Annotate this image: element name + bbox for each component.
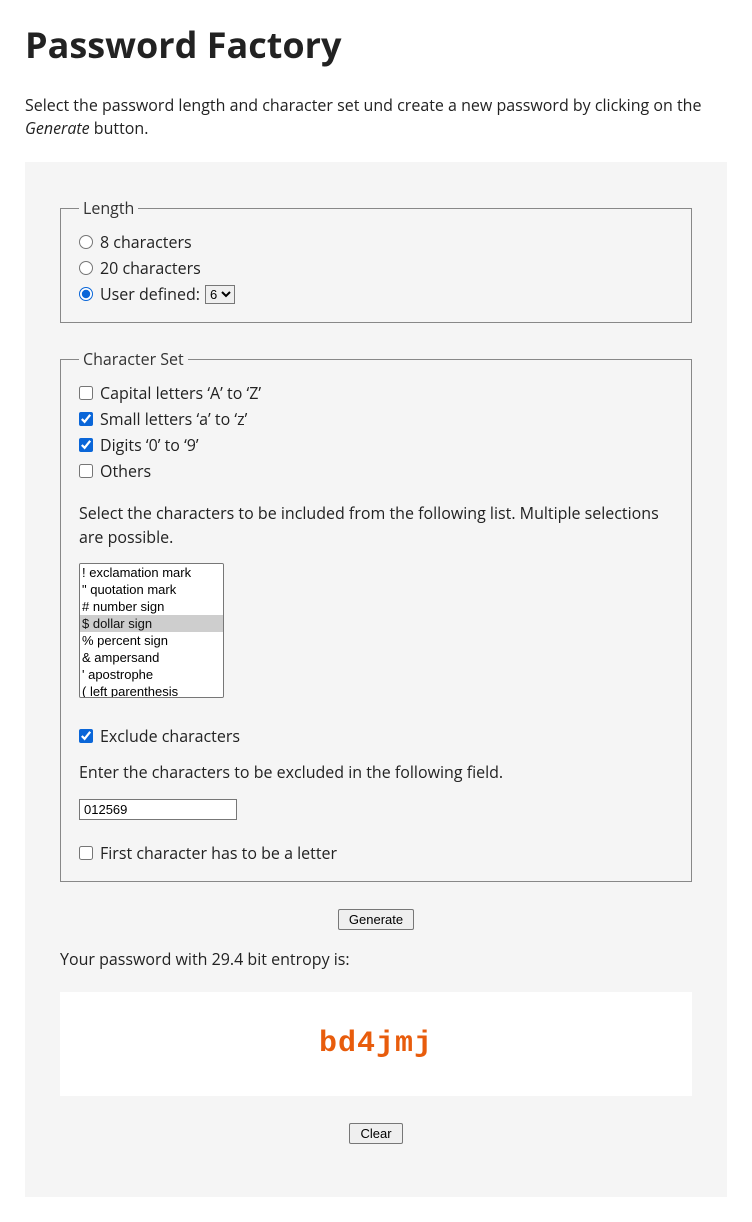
charset-checkbox-others[interactable] bbox=[79, 464, 93, 478]
charset-checkbox-capital[interactable] bbox=[79, 386, 93, 400]
exclude-help-text: Enter the characters to be excluded in t… bbox=[79, 761, 673, 783]
charset-checkbox-small[interactable] bbox=[79, 412, 93, 426]
charset-help-text: Select the characters to be included fro… bbox=[79, 502, 673, 548]
result-label: Your password with 29.4 bit entropy is: bbox=[60, 948, 692, 970]
length-label-20: 20 characters bbox=[100, 257, 201, 279]
charset-list-item[interactable]: & ampersand bbox=[80, 649, 223, 666]
charset-label-digits: Digits ‘0’ to ‘9’ bbox=[100, 434, 199, 456]
charset-option-others[interactable]: Others bbox=[79, 458, 673, 484]
length-label-user: User defined: bbox=[100, 283, 200, 305]
charset-list-item[interactable]: ! exclamation mark bbox=[80, 564, 223, 581]
length-option-8[interactable]: 8 characters bbox=[79, 229, 673, 255]
charset-list-item[interactable]: $ dollar sign bbox=[80, 615, 223, 632]
exclude-checkbox[interactable] bbox=[79, 729, 93, 743]
first-letter-option[interactable]: First character has to be a letter bbox=[79, 840, 673, 866]
result-password: bd4jmj bbox=[319, 1027, 433, 1061]
charset-list-item[interactable]: % percent sign bbox=[80, 632, 223, 649]
charset-legend: Character Set bbox=[79, 348, 188, 370]
charset-select-list[interactable]: ! exclamation mark" quotation mark# numb… bbox=[79, 563, 224, 698]
charset-list-item[interactable]: " quotation mark bbox=[80, 581, 223, 598]
first-letter-checkbox[interactable] bbox=[79, 846, 93, 860]
length-option-user[interactable]: User defined: 6 bbox=[79, 281, 673, 307]
result-box: bd4jmj bbox=[60, 992, 692, 1096]
charset-label-capital: Capital letters ‘A’ to ‘Z’ bbox=[100, 382, 261, 404]
length-radio-user[interactable] bbox=[79, 287, 93, 301]
length-radio-8[interactable] bbox=[79, 235, 93, 249]
charset-fieldset: Character Set Capital letters ‘A’ to ‘Z’… bbox=[60, 348, 692, 881]
exclude-option[interactable]: Exclude characters bbox=[79, 723, 673, 749]
charset-label-others: Others bbox=[100, 460, 151, 482]
length-user-select[interactable]: 6 bbox=[205, 285, 235, 304]
charset-label-small: Small letters ‘a’ to ‘z’ bbox=[100, 408, 247, 430]
charset-option-small[interactable]: Small letters ‘a’ to ‘z’ bbox=[79, 406, 673, 432]
length-radio-20[interactable] bbox=[79, 261, 93, 275]
form-panel: Length 8 characters 20 characters User d… bbox=[25, 162, 727, 1196]
length-fieldset: Length 8 characters 20 characters User d… bbox=[60, 197, 692, 323]
first-letter-label: First character has to be a letter bbox=[100, 842, 337, 864]
charset-option-digits[interactable]: Digits ‘0’ to ‘9’ bbox=[79, 432, 673, 458]
charset-option-capital[interactable]: Capital letters ‘A’ to ‘Z’ bbox=[79, 380, 673, 406]
clear-button[interactable]: Clear bbox=[349, 1123, 402, 1144]
charset-checkbox-digits[interactable] bbox=[79, 438, 93, 452]
exclude-input[interactable] bbox=[79, 799, 237, 820]
intro-post: button. bbox=[90, 117, 149, 139]
length-legend: Length bbox=[79, 197, 138, 219]
charset-list-item[interactable]: # number sign bbox=[80, 598, 223, 615]
page-title: Password Factory bbox=[25, 20, 727, 69]
length-label-8: 8 characters bbox=[100, 231, 192, 253]
intro-em: Generate bbox=[25, 117, 90, 139]
exclude-label: Exclude characters bbox=[100, 725, 240, 747]
charset-list-item[interactable]: ' apostrophe bbox=[80, 666, 223, 683]
intro-pre: Select the password length and character… bbox=[25, 94, 701, 116]
generate-button[interactable]: Generate bbox=[338, 909, 414, 930]
charset-list-item[interactable]: ( left parenthesis bbox=[80, 683, 223, 698]
length-option-20[interactable]: 20 characters bbox=[79, 255, 673, 281]
intro-text: Select the password length and character… bbox=[25, 94, 727, 140]
